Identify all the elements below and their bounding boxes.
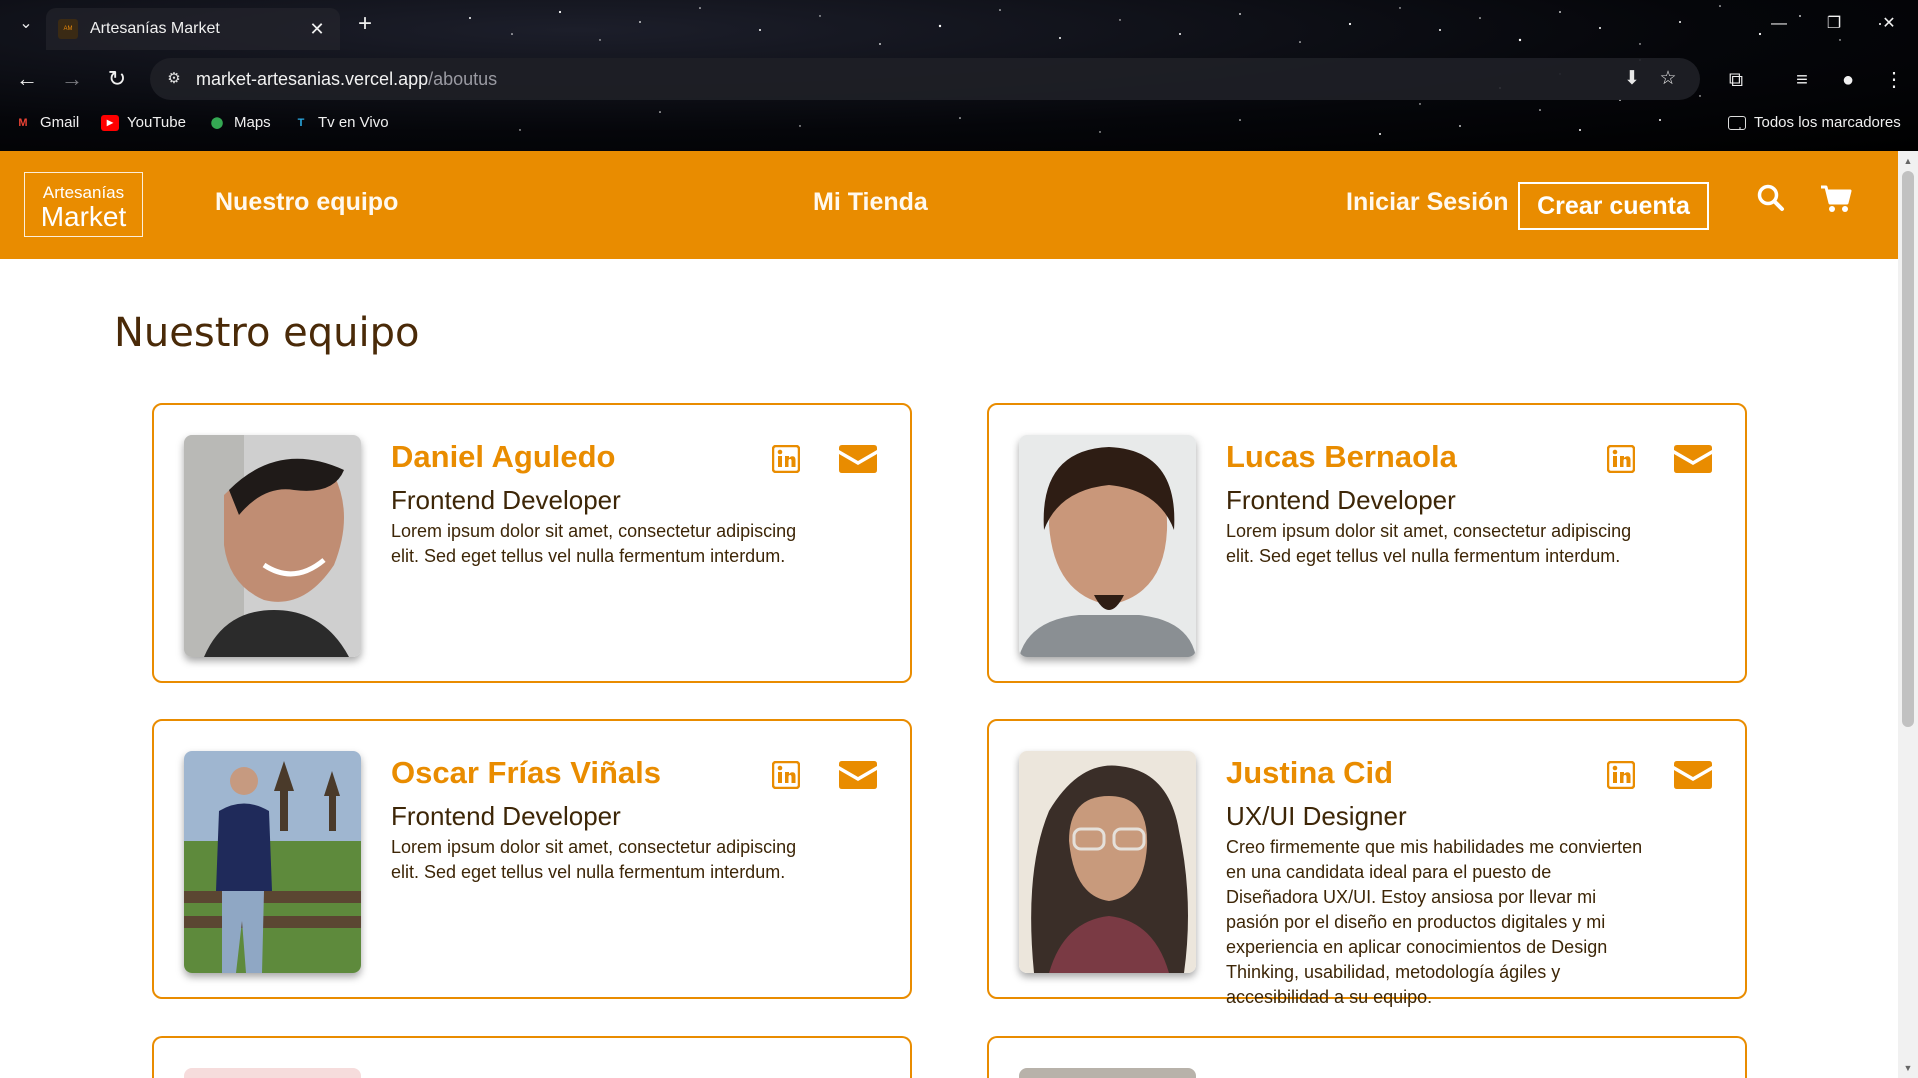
bookmark-star-icon[interactable]: ☆	[1656, 67, 1680, 91]
browser-chrome: ⌄ AM Artesanías Market ✕ + — ❐ ✕ ← → ↻ ⚙…	[0, 0, 1918, 151]
logo-line-2: Market	[40, 201, 127, 232]
tv-en-vivo-icon: T	[297, 116, 305, 129]
member-name: Daniel Aguledo	[391, 439, 616, 474]
member-name: Lucas Bernaola	[1226, 439, 1457, 474]
login-link[interactable]: Iniciar Sesión	[1346, 188, 1509, 217]
site-info-icon[interactable]: ⚙	[164, 69, 184, 89]
maps-pin-icon: ⬤	[210, 116, 224, 129]
close-window-icon[interactable]: ✕	[1874, 12, 1904, 36]
bookmark-gmail[interactable]: M Gmail	[14, 114, 79, 131]
forward-arrow-icon[interactable]: →	[57, 64, 87, 94]
bookmark-maps[interactable]: ⬤ Maps	[208, 114, 271, 131]
restore-window-icon[interactable]: ❐	[1819, 12, 1849, 36]
member-photo	[1019, 435, 1196, 657]
tab-search-chevron-icon[interactable]: ⌄	[14, 12, 38, 36]
site-header: Artesanías Market Nuestro equipo Mi Tien…	[0, 151, 1898, 259]
member-photo	[1019, 751, 1196, 973]
team-card: Lucas Bernaola Frontend Developer Lorem …	[987, 403, 1747, 683]
member-description: Lorem ipsum dolor sit amet, consectetur …	[391, 837, 797, 882]
browser-tab[interactable]: AM Artesanías Market ✕	[46, 8, 340, 50]
url-path: /aboutus	[428, 68, 498, 89]
folder-icon	[1728, 115, 1746, 130]
create-account-button[interactable]: Crear cuenta	[1518, 182, 1709, 230]
site-logo[interactable]: Artesanías Market	[24, 172, 143, 237]
team-card: Oscar Frías Viñals Frontend Developer Lo…	[152, 719, 912, 999]
linkedin-icon[interactable]	[1607, 761, 1635, 789]
youtube-icon: ▶	[101, 114, 119, 131]
reload-icon[interactable]: ↻	[102, 64, 132, 94]
site-favicon-icon: AM	[58, 19, 78, 39]
linkedin-icon[interactable]	[772, 761, 800, 789]
bookmark-label: Gmail	[40, 114, 80, 131]
nav-mi-tienda[interactable]: Mi Tienda	[813, 188, 928, 217]
new-tab-icon[interactable]: +	[352, 12, 378, 38]
bookmarks-bar: M Gmail ▶ YouTube ⬤ Maps T Tv en Vivo To…	[0, 112, 1918, 140]
linkedin-icon[interactable]	[772, 445, 800, 473]
extensions-icon[interactable]: ⧉	[1722, 66, 1750, 94]
email-icon[interactable]	[839, 761, 877, 789]
media-control-icon[interactable]: ≡	[1788, 66, 1816, 94]
member-description: Lorem ipsum dolor sit amet, consectetur …	[391, 521, 797, 566]
cart-icon[interactable]	[1820, 184, 1852, 214]
email-icon[interactable]	[839, 445, 877, 473]
back-arrow-icon[interactable]: ←	[12, 64, 42, 94]
team-card-partial	[987, 1036, 1747, 1078]
member-photo	[184, 751, 361, 973]
member-role: UX/UI Designer	[1226, 801, 1407, 831]
email-icon[interactable]	[1674, 761, 1712, 789]
url-host: market-artesanias.vercel.app	[196, 68, 429, 89]
gmail-icon: M	[18, 116, 28, 129]
member-role: Frontend Developer	[391, 801, 621, 831]
linkedin-icon[interactable]	[1607, 445, 1635, 473]
member-photo	[184, 435, 361, 657]
bookmark-label: YouTube	[127, 114, 186, 131]
all-bookmarks-button[interactable]: Todos los marcadores	[1728, 114, 1901, 131]
team-card-partial	[152, 1036, 912, 1078]
team-card: Justina Cid UX/UI Designer Creo firmemen…	[987, 719, 1747, 1007]
member-photo	[1019, 1068, 1196, 1078]
search-icon[interactable]	[1757, 184, 1785, 214]
minimize-window-icon[interactable]: —	[1764, 12, 1794, 36]
scroll-thumb[interactable]	[1902, 171, 1914, 727]
tab-close-icon[interactable]: ✕	[306, 19, 328, 40]
scroll-down-icon[interactable]: ▼	[1902, 1062, 1914, 1074]
page-scrollbar[interactable]: ▲ ▼	[1898, 151, 1918, 1078]
tab-title: Artesanías Market	[90, 20, 220, 37]
member-role: Frontend Developer	[391, 485, 621, 515]
bookmark-label: Maps	[234, 114, 271, 131]
team-card: Daniel Aguledo Frontend Developer Lorem …	[152, 403, 912, 683]
all-bookmarks-label: Todos los marcadores	[1754, 114, 1901, 131]
scroll-up-icon[interactable]: ▲	[1902, 155, 1914, 167]
address-bar[interactable]: ⚙ market-artesanias.vercel.app/aboutus ⬇…	[150, 58, 1700, 100]
member-role: Frontend Developer	[1226, 485, 1456, 515]
nav-nuestro-equipo[interactable]: Nuestro equipo	[215, 188, 398, 217]
bookmark-label: Tv en Vivo	[318, 114, 389, 131]
email-icon[interactable]	[1674, 445, 1712, 473]
browser-menu-icon[interactable]: ⋮	[1880, 66, 1908, 94]
member-description: Creo firmemente que mis habilidades me c…	[1226, 837, 1643, 1007]
install-app-icon[interactable]: ⬇	[1620, 67, 1644, 91]
member-name: Oscar Frías Viñals	[391, 755, 661, 790]
logo-line-1: Artesanías	[42, 183, 125, 202]
member-photo	[184, 1068, 361, 1078]
tab-strip: ⌄ AM Artesanías Market ✕ + — ❐ ✕	[0, 0, 1918, 50]
bookmark-tv-en-vivo[interactable]: T Tv en Vivo	[292, 114, 389, 131]
profile-avatar-icon[interactable]: ●	[1834, 66, 1862, 94]
browser-toolbar: ← → ↻ ⚙ market-artesanias.vercel.app/abo…	[0, 56, 1918, 102]
bookmark-youtube[interactable]: ▶ YouTube	[101, 114, 186, 131]
page-title: Nuestro equipo	[114, 310, 420, 356]
member-description: Lorem ipsum dolor sit amet, consectetur …	[1226, 521, 1632, 566]
member-name: Justina Cid	[1226, 755, 1394, 790]
